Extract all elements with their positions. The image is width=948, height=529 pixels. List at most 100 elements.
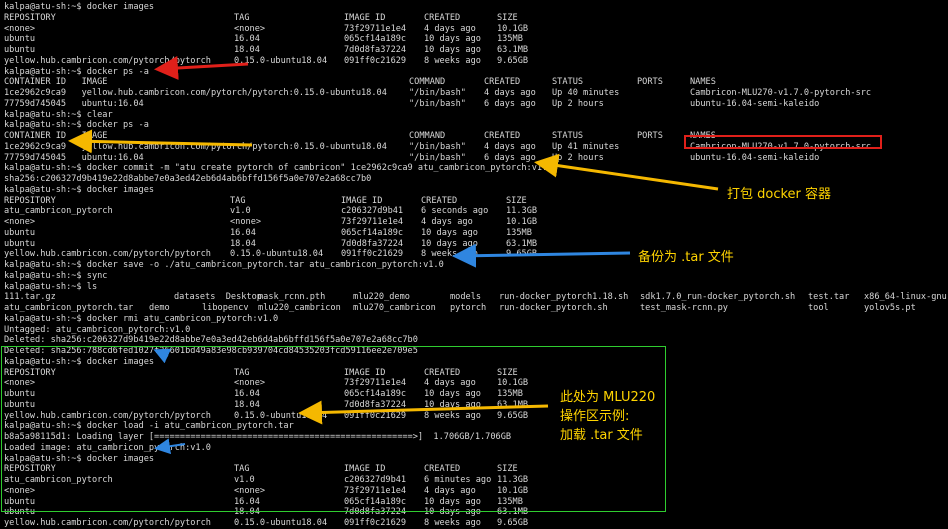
terminal-column: c206327d9b41 xyxy=(341,206,404,217)
terminal-text: CONTAINER ID IMAGE xyxy=(4,131,108,141)
terminal-text: Untagged: atu_cambricon_pytorch:v1.0 xyxy=(4,324,191,335)
terminal-column: datasets Desktop xyxy=(174,292,262,303)
terminal-column: 4 days ago xyxy=(424,23,476,34)
terminal-column: 0.15.0-ubuntu18.04 xyxy=(234,518,328,528)
terminal-column: 11.3GB xyxy=(506,206,538,217)
terminal-column: 135MB xyxy=(497,34,523,45)
terminal-text: kalpa@atu-sh:~$ sync xyxy=(4,270,108,281)
terminal-column: SIZE xyxy=(497,12,518,23)
terminal-column: NAMES xyxy=(690,77,716,88)
terminal-column: ubuntu-16.04-semi-kaleido xyxy=(690,98,820,109)
terminal-column: pytorch xyxy=(450,303,487,313)
terminal-column: v1.0 xyxy=(230,206,251,217)
terminal-text: ubuntu xyxy=(4,227,36,238)
terminal-column: 0.15.0-ubuntu18.04 xyxy=(230,249,324,260)
terminal-column: 065cf14a189c xyxy=(344,34,407,45)
terminal-column: "/bin/bash" xyxy=(409,152,466,163)
terminal-text: yellow.hub.cambricon.com/pytorch/pytorch xyxy=(4,249,211,260)
terminal-column: 9.65GB xyxy=(497,518,529,528)
terminal-column: mlu220_cambricon xyxy=(258,303,341,313)
terminal-column: COMMAND xyxy=(409,77,446,88)
terminal-column: ubuntu-16.04-semi-kaleido xyxy=(690,152,820,163)
terminal-column: "/bin/bash" xyxy=(409,98,466,109)
terminal-column: 4 days ago xyxy=(484,88,536,98)
terminal-column: 091ff0c21629 xyxy=(344,55,407,66)
terminal-text: yellow.hub.cambricon.com/pytorch/pytorch xyxy=(4,518,211,528)
terminal-text: CONTAINER ID IMAGE xyxy=(4,77,108,88)
terminal-column: test_mask-rcnn.py xyxy=(640,303,728,313)
terminal-column: 135MB xyxy=(506,227,532,238)
terminal-column: 6 days ago xyxy=(484,98,536,109)
terminal-column: 63.1MB xyxy=(506,238,538,249)
terminal-column: 6 days ago xyxy=(484,152,536,163)
terminal-column: tool xyxy=(808,303,829,313)
terminal-column: SIZE xyxy=(506,195,527,206)
terminal-column: 7d0d8fa37224 xyxy=(341,238,404,249)
annotation-mlu220-line3: 加载 .tar 文件 xyxy=(560,428,643,443)
terminal-column: yolov5s.pt xyxy=(864,303,916,313)
terminal-text: sha256:c206327d9b419e22d8abbe7e0a3ed42eb… xyxy=(4,174,372,184)
terminal-column: Up 41 minutes xyxy=(552,141,620,152)
terminal-column: libopencv xyxy=(202,303,249,313)
terminal-column: mlu220_demo xyxy=(353,292,410,303)
terminal-column: 7d0d8fa37224 xyxy=(344,45,407,55)
terminal-column: mask_rcnn.pth xyxy=(258,292,326,303)
terminal-column: 8 weeks ago xyxy=(424,55,481,66)
terminal-column: test.tar xyxy=(808,292,850,303)
terminal-column: CREATED xyxy=(421,195,458,206)
terminal-column: 73f29711e1e4 xyxy=(344,23,407,34)
terminal-column: STATUS xyxy=(552,77,584,88)
terminal-text: 111.tar.gz xyxy=(4,292,56,303)
terminal-text: REPOSITORY xyxy=(4,12,56,23)
terminal-column: <none> xyxy=(230,217,262,227)
terminal-text: 77759d745045 ubuntu:16.04 xyxy=(4,98,144,109)
terminal-column: 6 seconds ago xyxy=(421,206,489,217)
terminal-column: 0.15.0-ubuntu18.04 xyxy=(234,55,328,66)
terminal-column: 63.1MB xyxy=(497,45,529,55)
terminal-column: CREATED xyxy=(484,131,521,141)
terminal-text: kalpa@atu-sh:~$ docker ps -a xyxy=(4,66,149,77)
annotation-backup-tar: 备份为 .tar 文件 xyxy=(638,250,734,265)
terminal-column: 18.04 xyxy=(234,45,260,55)
terminal-column: TAG xyxy=(234,12,250,23)
annotation-mlu220-line1: 此处为 MLU220 xyxy=(560,390,656,405)
terminal-column: models xyxy=(450,292,482,303)
terminal-column: 10.1GB xyxy=(497,23,529,34)
terminal-text: yellow.hub.cambricon.com/pytorch/pytorch xyxy=(4,55,211,66)
terminal-column: PORTS xyxy=(637,77,663,88)
terminal-column: run-docker_pytorch1.18.sh xyxy=(499,292,629,303)
annotation-mlu220-line2: 操作区示例: xyxy=(560,409,630,424)
terminal-text: Deleted: sha256:c206327d9b419e22d8abbe7e… xyxy=(4,335,418,346)
terminal-column: 8 weeks ago xyxy=(424,518,481,528)
terminal-text: <none> xyxy=(4,23,36,34)
terminal-text: kalpa@atu-sh:~$ docker save -o ./atu_cam… xyxy=(4,260,444,270)
terminal-text: kalpa@atu-sh:~$ docker rmi atu_cambricon… xyxy=(4,313,279,324)
terminal-column: STATUS xyxy=(552,131,584,141)
terminal-column: 091ff0c21629 xyxy=(344,518,407,528)
terminal-text: ubuntu xyxy=(4,238,36,249)
terminal-column: CREATED xyxy=(484,77,521,88)
terminal-column: 10 days ago xyxy=(424,45,481,55)
annotation-package-container: 打包 docker 容器 xyxy=(727,187,832,202)
terminal-column: 10 days ago xyxy=(421,238,478,249)
terminal-column: 10.1GB xyxy=(506,217,538,227)
terminal-text: ubuntu xyxy=(4,34,36,45)
terminal-column: IMAGE ID xyxy=(341,195,383,206)
terminal-column: Up 40 minutes xyxy=(552,88,620,98)
terminal-text: kalpa@atu-sh:~$ docker images xyxy=(4,184,155,195)
terminal-column: 065cf14a189c xyxy=(341,227,404,238)
terminal-column: 8 weeks ago xyxy=(421,249,478,260)
terminal-column: 10 days ago xyxy=(424,34,481,45)
terminal-column: 18.04 xyxy=(230,238,256,249)
terminal-text: ubuntu xyxy=(4,45,36,55)
terminal-column: 4 days ago xyxy=(484,141,536,152)
terminal-column: 9.65GB xyxy=(497,55,529,66)
terminal-text: atu_cambricon_pytorch xyxy=(4,206,113,217)
terminal-text: kalpa@atu-sh:~$ clear xyxy=(4,109,113,120)
terminal-column: TAG xyxy=(230,195,246,206)
terminal-column: sdk1.7.0_run-docker_pytorch.sh xyxy=(640,292,796,303)
terminal-column: 091ff0c21629 xyxy=(341,249,404,260)
terminal-column: run-docker_pytorch.sh xyxy=(499,303,608,313)
terminal-text: kalpa@atu-sh:~$ docker commit -m "atu cr… xyxy=(4,163,553,174)
terminal-column: mlu270_cambricon xyxy=(353,303,436,313)
